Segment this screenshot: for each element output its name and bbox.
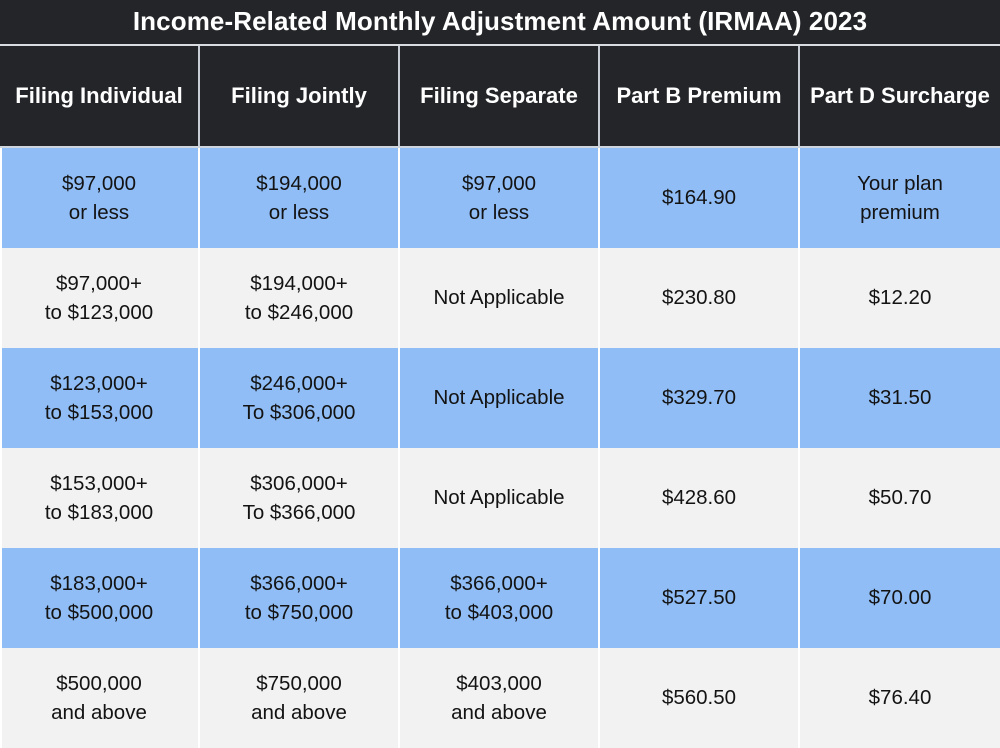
cell-filing-individual: $183,000+ to $500,000 — [0, 548, 200, 648]
cell-filing-jointly: $306,000+ To $366,000 — [200, 448, 400, 548]
cell-filing-separate: $366,000+ to $403,000 — [400, 548, 600, 648]
cell-filing-jointly: $194,000+ to $246,000 — [200, 248, 400, 348]
irmaa-table: Income-Related Monthly Adjustment Amount… — [0, 0, 1000, 748]
cell-part-d-surcharge: $70.00 — [800, 548, 1000, 648]
table-row: $153,000+ to $183,000 $306,000+ To $366,… — [0, 448, 1000, 548]
column-header-filing-separate: Filing Separate — [400, 46, 600, 146]
page-title: Income-Related Monthly Adjustment Amount… — [0, 0, 1000, 46]
column-header-filing-jointly: Filing Jointly — [200, 46, 400, 146]
cell-filing-jointly: $194,000 or less — [200, 148, 400, 248]
cell-part-b-premium: $560.50 — [600, 648, 800, 748]
cell-part-d-surcharge: $12.20 — [800, 248, 1000, 348]
table-header-row: Filing Individual Filing Jointly Filing … — [0, 46, 1000, 148]
table-row: $97,000+ to $123,000 $194,000+ to $246,0… — [0, 248, 1000, 348]
cell-filing-individual: $97,000+ to $123,000 — [0, 248, 200, 348]
cell-part-d-surcharge: $50.70 — [800, 448, 1000, 548]
cell-part-b-premium: $230.80 — [600, 248, 800, 348]
cell-part-b-premium: $329.70 — [600, 348, 800, 448]
cell-filing-separate: $403,000 and above — [400, 648, 600, 748]
cell-filing-individual: $97,000 or less — [0, 148, 200, 248]
cell-filing-jointly: $366,000+ to $750,000 — [200, 548, 400, 648]
cell-filing-jointly: $750,000 and above — [200, 648, 400, 748]
cell-part-b-premium: $164.90 — [600, 148, 800, 248]
cell-part-b-premium: $527.50 — [600, 548, 800, 648]
cell-filing-individual: $500,000 and above — [0, 648, 200, 748]
cell-filing-individual: $123,000+ to $153,000 — [0, 348, 200, 448]
table-body: $97,000 or less $194,000 or less $97,000… — [0, 148, 1000, 748]
cell-filing-jointly: $246,000+ To $306,000 — [200, 348, 400, 448]
table-row: $500,000 and above $750,000 and above $4… — [0, 648, 1000, 748]
cell-filing-separate: Not Applicable — [400, 348, 600, 448]
cell-part-b-premium: $428.60 — [600, 448, 800, 548]
cell-filing-separate: Not Applicable — [400, 448, 600, 548]
table-row: $123,000+ to $153,000 $246,000+ To $306,… — [0, 348, 1000, 448]
column-header-part-d-surcharge: Part D Surcharge — [800, 46, 1000, 146]
cell-filing-separate: $97,000 or less — [400, 148, 600, 248]
table-row: $183,000+ to $500,000 $366,000+ to $750,… — [0, 548, 1000, 648]
cell-part-d-surcharge: Your plan premium — [800, 148, 1000, 248]
table-row: $97,000 or less $194,000 or less $97,000… — [0, 148, 1000, 248]
cell-part-d-surcharge: $31.50 — [800, 348, 1000, 448]
column-header-filing-individual: Filing Individual — [0, 46, 200, 146]
cell-part-d-surcharge: $76.40 — [800, 648, 1000, 748]
cell-filing-individual: $153,000+ to $183,000 — [0, 448, 200, 548]
column-header-part-b-premium: Part B Premium — [600, 46, 800, 146]
cell-filing-separate: Not Applicable — [400, 248, 600, 348]
